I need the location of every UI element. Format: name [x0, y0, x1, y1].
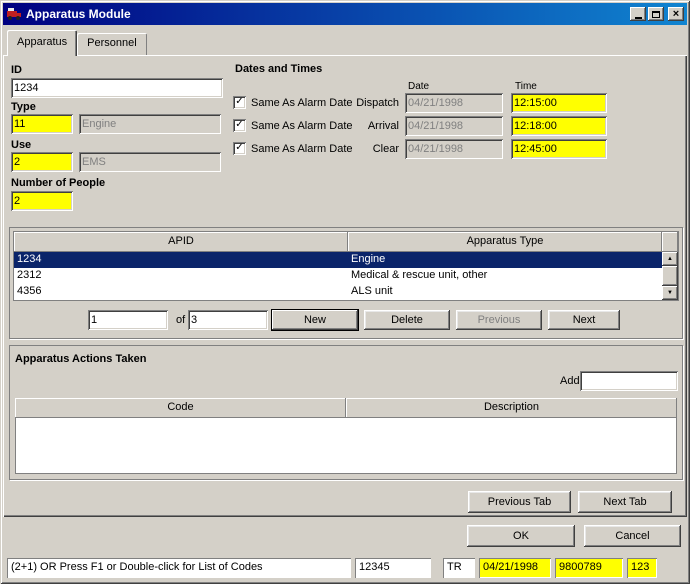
add-action-input[interactable]: [580, 371, 678, 391]
window-controls: ×: [630, 7, 684, 21]
close-button[interactable]: ×: [668, 7, 684, 21]
titlebar: Apparatus Module ×: [3, 3, 687, 25]
status-field-date: 04/21/1998: [479, 558, 551, 578]
arrival-time-input[interactable]: [511, 116, 607, 136]
id-label: ID: [11, 64, 22, 76]
apparatus-type-cell: Medical & rescue unit, other: [348, 268, 662, 284]
dispatch-time-input[interactable]: [511, 93, 607, 113]
close-icon: ×: [673, 9, 679, 20]
clear-label: Clear: [321, 143, 399, 155]
vertical-scrollbar[interactable]: ▲ ▼: [662, 252, 678, 300]
arrival-label: Arrival: [321, 120, 399, 132]
previous-record-button: Previous: [456, 310, 542, 330]
type-description-field: [79, 114, 221, 134]
apparatus-list-group: APID Apparatus Type 1234 Engine 2312 Med…: [9, 227, 683, 339]
actions-table-header: Code Description: [15, 398, 677, 418]
record-number-input[interactable]: [88, 310, 168, 330]
apparatus-tab-panel: ID Type Use Number of People Dates and T…: [3, 55, 687, 517]
apparatus-module-window: Apparatus Module × Apparatus Personnel I…: [0, 0, 690, 584]
description-column-header: Description: [346, 398, 677, 418]
scrollbar-thumb[interactable]: [662, 266, 678, 286]
apid-cell: 2312: [14, 268, 348, 284]
add-label: Add: [560, 375, 580, 387]
ok-button[interactable]: OK: [467, 525, 575, 547]
minimize-icon: [635, 17, 642, 19]
tab-strip: Apparatus Personnel: [3, 25, 687, 55]
use-code-input[interactable]: [11, 152, 73, 172]
tab-personnel[interactable]: Personnel: [77, 33, 147, 55]
apparatus-table-header: APID Apparatus Type: [14, 232, 678, 252]
number-of-people-label: Number of People: [11, 177, 105, 189]
delete-button[interactable]: Delete: [364, 310, 450, 330]
maximize-button[interactable]: [648, 7, 664, 21]
record-of-label: of: [176, 314, 185, 326]
use-label: Use: [11, 139, 31, 151]
code-column-header: Code: [15, 398, 346, 418]
type-label: Type: [11, 101, 36, 113]
time-column-header: Time: [515, 81, 537, 92]
apparatus-type-column-header: Apparatus Type: [348, 232, 662, 252]
check-icon: ✓: [235, 119, 243, 130]
window-title: Apparatus Module: [26, 7, 626, 21]
id-input[interactable]: [11, 78, 223, 98]
clear-date-field: [405, 139, 503, 159]
previous-tab-button[interactable]: Previous Tab: [468, 491, 571, 513]
actions-table-body: [15, 418, 677, 474]
status-bar: (2+1) OR Press F1 or Double-click for Li…: [3, 555, 687, 581]
dispatch-label: Dispatch: [321, 97, 399, 109]
apparatus-table-body: 1234 Engine 2312 Medical & rescue unit, …: [14, 252, 678, 300]
table-row[interactable]: 1234 Engine: [14, 252, 662, 268]
apid-cell: 4356: [14, 284, 348, 300]
status-field-incident-number: 12345: [355, 558, 431, 578]
app-icon[interactable]: [6, 6, 22, 22]
apparatus-table: APID Apparatus Type 1234 Engine 2312 Med…: [13, 231, 679, 301]
use-description-field: [79, 152, 221, 172]
check-icon: ✓: [235, 96, 243, 107]
same-as-alarm-checkbox-clear[interactable]: ✓: [233, 142, 246, 155]
apparatus-actions-group: Apparatus Actions Taken Add Code Descrip…: [9, 345, 683, 480]
scroll-down-button[interactable]: ▼: [662, 286, 678, 300]
new-button[interactable]: New: [272, 310, 358, 330]
table-row[interactable]: 4356 ALS unit: [14, 284, 662, 300]
status-field-sequence: 123: [627, 558, 657, 578]
dates-and-times-heading: Dates and Times: [235, 63, 322, 75]
table-row[interactable]: 2312 Medical & rescue unit, other: [14, 268, 662, 284]
same-as-alarm-checkbox-dispatch[interactable]: ✓: [233, 96, 246, 109]
check-icon: ✓: [235, 142, 243, 153]
next-tab-button[interactable]: Next Tab: [578, 491, 672, 513]
maximize-icon: [652, 11, 660, 18]
status-field-record-id: 9800789: [555, 558, 623, 578]
clear-time-input[interactable]: [511, 139, 607, 159]
apparatus-type-cell: Engine: [348, 252, 662, 268]
apid-column-header: APID: [14, 232, 348, 252]
status-field-module-code: TR: [443, 558, 475, 578]
apparatus-type-cell: ALS unit: [348, 284, 662, 300]
date-column-header: Date: [408, 81, 429, 92]
record-total-input: [188, 310, 268, 330]
scroll-up-button[interactable]: ▲: [662, 252, 678, 266]
arrow-up-icon: ▲: [667, 256, 673, 262]
next-record-button[interactable]: Next: [548, 310, 620, 330]
cancel-button[interactable]: Cancel: [584, 525, 681, 547]
table-header-spacer: [662, 232, 678, 252]
type-code-input[interactable]: [11, 114, 73, 134]
dialog-button-row: OK Cancel: [3, 517, 687, 555]
number-of-people-input[interactable]: [11, 191, 73, 211]
tab-apparatus[interactable]: Apparatus: [7, 30, 77, 56]
arrival-date-field: [405, 116, 503, 136]
arrow-down-icon: ▼: [667, 290, 673, 296]
status-message: (2+1) OR Press F1 or Double-click for Li…: [7, 558, 351, 578]
apid-cell: 1234: [14, 252, 348, 268]
same-as-alarm-checkbox-arrival[interactable]: ✓: [233, 119, 246, 132]
dispatch-date-field: [405, 93, 503, 113]
apparatus-actions-heading: Apparatus Actions Taken: [15, 353, 146, 365]
minimize-button[interactable]: [630, 7, 646, 21]
